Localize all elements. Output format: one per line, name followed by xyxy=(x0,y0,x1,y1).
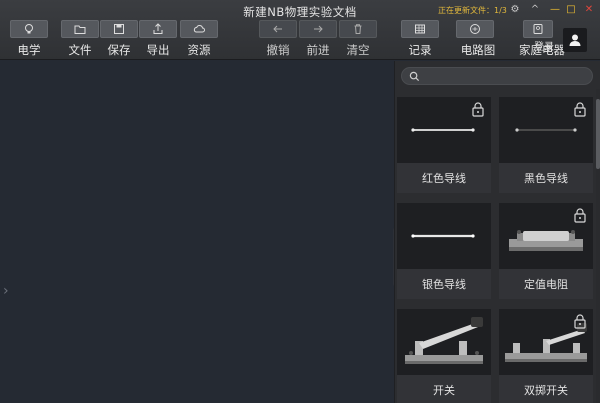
undo-icon xyxy=(273,25,282,33)
redo-button[interactable] xyxy=(299,20,337,38)
undo-button[interactable] xyxy=(259,20,297,38)
search-input[interactable] xyxy=(401,67,593,85)
experiment-canvas[interactable] xyxy=(0,61,394,403)
lock-icon xyxy=(574,102,586,117)
circuit-icon xyxy=(470,24,480,34)
minimize-button[interactable]: — xyxy=(548,3,562,17)
resources-button[interactable] xyxy=(180,20,218,38)
save-button[interactable] xyxy=(100,20,138,38)
component-label: 黑色导线 xyxy=(499,163,593,193)
component-image xyxy=(397,203,491,269)
component-label: 双掷开关 xyxy=(499,375,593,403)
component-label: 红色导线 xyxy=(397,163,491,193)
lock-icon xyxy=(574,314,586,329)
component-card-black-wire[interactable]: 黑色导线 xyxy=(499,97,593,193)
export-button[interactable] xyxy=(139,20,177,38)
appliance-icon xyxy=(533,24,543,34)
resources-label: 资源 xyxy=(187,43,211,57)
settings-icon[interactable]: ⚙ xyxy=(508,3,522,17)
circuit-label: 电路图 xyxy=(460,43,496,57)
collapse-icon[interactable]: ^ xyxy=(528,3,542,17)
login-label[interactable]: 登录 xyxy=(534,38,554,53)
clear-button[interactable] xyxy=(339,20,377,38)
close-button[interactable]: ✕ xyxy=(582,3,596,17)
component-card-fixed-resistor[interactable]: 定值电阻 xyxy=(499,203,593,299)
component-label: 定值电阻 xyxy=(499,269,593,299)
clear-label: 清空 xyxy=(346,43,370,57)
export-icon xyxy=(153,23,163,34)
silver-wire-icon xyxy=(411,234,475,238)
cloud-icon xyxy=(193,24,205,33)
component-card-red-wire[interactable]: 红色导线 xyxy=(397,97,491,193)
component-label: 开关 xyxy=(397,375,491,403)
record-label: 记录 xyxy=(408,43,432,57)
file-button[interactable] xyxy=(61,20,99,38)
trash-icon xyxy=(354,24,362,34)
table-icon xyxy=(415,24,425,34)
circuit-button[interactable] xyxy=(456,20,494,38)
switch-icon xyxy=(405,317,483,364)
redo-icon xyxy=(314,25,323,33)
lock-icon xyxy=(574,208,586,223)
undo-label: 撤销 xyxy=(266,43,290,57)
component-card-switch[interactable]: 开关 xyxy=(397,309,491,403)
lock-icon xyxy=(472,102,484,117)
file-label: 文件 xyxy=(68,43,92,57)
maximize-button[interactable]: □ xyxy=(564,3,578,17)
electric-button[interactable] xyxy=(10,20,48,38)
bulb-icon xyxy=(25,24,33,34)
scrollbar-thumb[interactable] xyxy=(596,99,600,169)
export-label: 导出 xyxy=(146,43,170,57)
save-label: 保存 xyxy=(107,43,131,57)
home-appliance-button[interactable] xyxy=(523,20,553,38)
redo-label: 前进 xyxy=(306,43,330,57)
save-icon xyxy=(114,24,124,34)
panel-scrollbar[interactable] xyxy=(596,89,600,403)
search-icon xyxy=(409,71,420,82)
component-card-silver-wire[interactable]: 银色导线 xyxy=(397,203,491,299)
update-status: 正在更新文件：1/3 xyxy=(438,6,507,15)
user-icon xyxy=(569,34,581,46)
electric-label: 电学 xyxy=(17,43,41,57)
component-panel: 红色导线 黑色导线 银色导线 定值电阻 开关 双掷开关 xyxy=(394,61,600,403)
record-button[interactable] xyxy=(401,20,439,38)
expand-left-icon[interactable]: › xyxy=(3,283,9,299)
user-avatar[interactable] xyxy=(563,28,587,52)
toolbar: 新建NB物理实验文档 正在更新文件：1/3 ⚙ ^ — □ ✕ 电学 文件 保存… xyxy=(0,0,600,60)
component-card-double-throw-switch[interactable]: 双掷开关 xyxy=(499,309,593,403)
component-label: 银色导线 xyxy=(397,269,491,299)
folder-icon xyxy=(74,25,86,34)
component-image xyxy=(397,309,491,375)
